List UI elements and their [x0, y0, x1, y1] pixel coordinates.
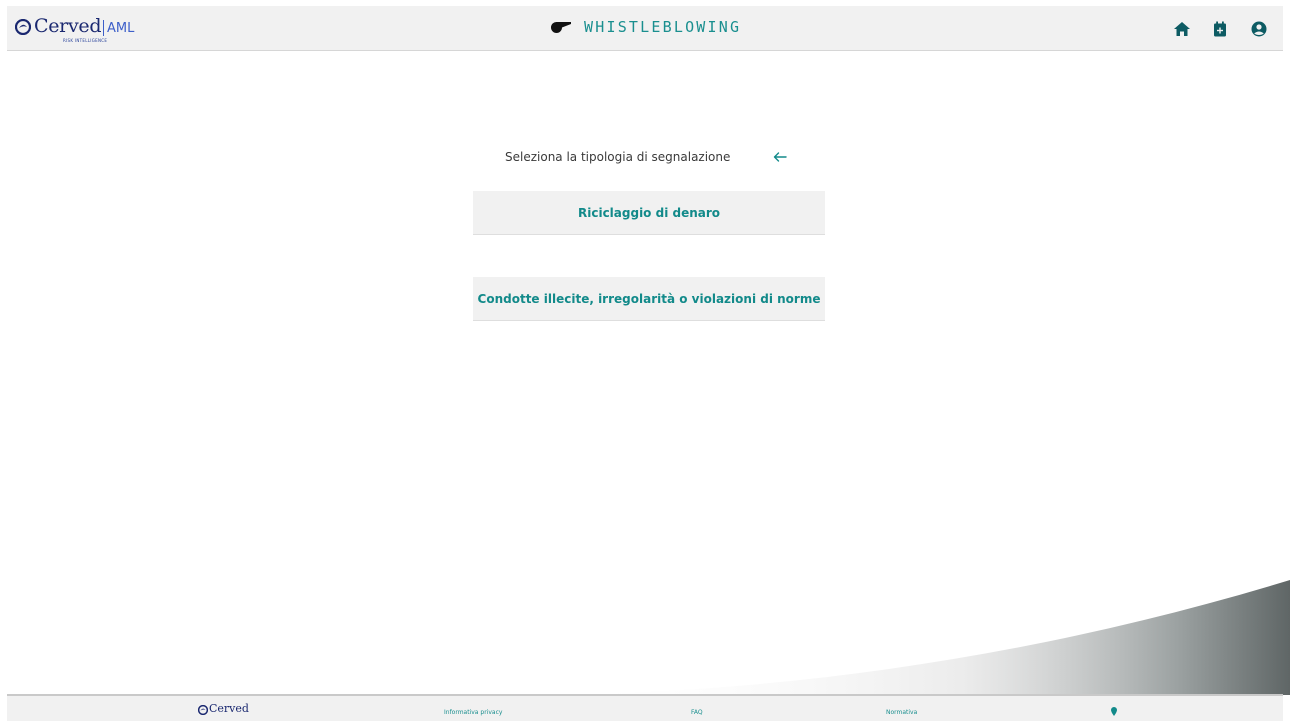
calendar-add-icon[interactable]	[1211, 20, 1229, 38]
option-illicit-conduct-button[interactable]: Condotte illecite, irregolarità o violaz…	[473, 277, 825, 321]
whistle-icon	[550, 21, 571, 33]
brand-subtitle: RISK INTELLIGENCE	[63, 38, 108, 43]
prompt-text: Seleziona la tipologia di segnalazione	[505, 150, 731, 164]
option-money-laundering-button[interactable]: Riciclaggio di denaro	[473, 191, 825, 235]
map-pin-icon[interactable]	[1111, 707, 1117, 716]
footer-bar: Cerved Informativa privacy FAQ Normativa	[7, 694, 1283, 721]
privacy-link[interactable]: Informativa privacy	[444, 709, 502, 716]
faq-link[interactable]: FAQ	[691, 709, 703, 716]
home-icon[interactable]	[1173, 20, 1191, 38]
cerved-logo-icon	[15, 19, 31, 35]
cerved-logo-icon	[198, 705, 208, 715]
normativa-link[interactable]: Normativa	[886, 709, 917, 716]
option-label: Riciclaggio di denaro	[577, 205, 721, 220]
user-circle-icon[interactable]	[1250, 20, 1268, 38]
top-bar: Cerved RISK INTELLIGENCE AML WHISTLEBLOW…	[7, 6, 1283, 51]
brand-product: AML	[107, 21, 135, 36]
brand-divider	[103, 20, 104, 36]
option-label: Condotte illecite, irregolarità o violaz…	[477, 291, 821, 306]
footer-brand-name: Cerved	[209, 702, 249, 715]
app-title-text: WHISTLEBLOWING	[584, 18, 742, 36]
brand-name: Cerved	[34, 15, 102, 37]
arrow-left-icon[interactable]	[771, 148, 789, 166]
decorative-swoosh	[560, 580, 1290, 695]
